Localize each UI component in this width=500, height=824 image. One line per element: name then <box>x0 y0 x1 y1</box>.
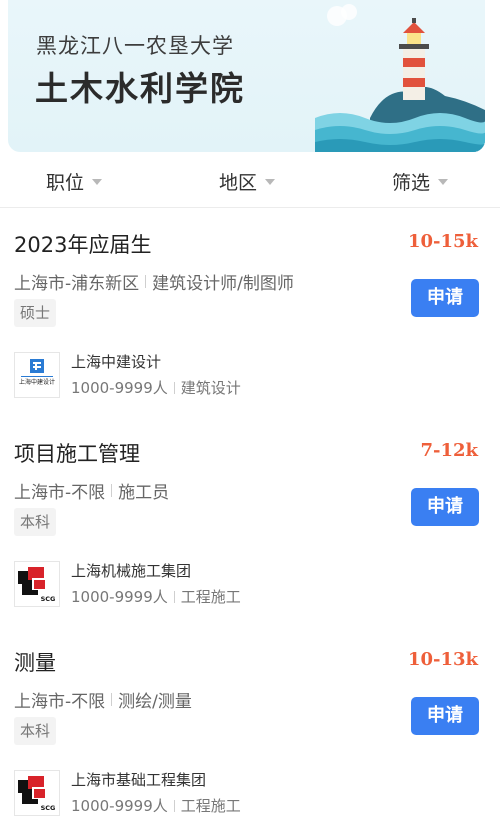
svg-text:SCG: SCG <box>41 595 56 603</box>
zhongjian-logo-icon: 上海中建设计 <box>14 352 60 398</box>
divider <box>111 693 113 706</box>
filter-region[interactable]: 地区 <box>219 168 276 195</box>
job-title: 2023年应届生 <box>14 233 152 257</box>
company-meta: 1000-9999人 建筑设计 <box>71 377 241 398</box>
company-name: 上海市基础工程集团 <box>71 771 207 789</box>
lighthouse-illustration-icon <box>315 4 485 152</box>
salary: 7-12k <box>420 440 478 461</box>
banner: 黑龙江八一农垦大学 土木水利学院 <box>8 0 485 152</box>
apply-button[interactable]: 申请 <box>411 488 479 526</box>
apply-button[interactable]: 申请 <box>411 279 479 317</box>
company-name: 上海机械施工集团 <box>71 562 192 580</box>
filter-position[interactable]: 职位 <box>46 168 103 195</box>
scg-logo-icon: SCG <box>14 561 60 607</box>
company-size: 1000-9999人 <box>71 588 168 606</box>
company-meta: 1000-9999人 工程施工 <box>71 795 241 816</box>
company-size: 1000-9999人 <box>71 379 168 397</box>
job-card[interactable]: 项目施工管理 7-12k 上海市-不限 施工员 本科 申请 SCG 上海机械施工… <box>0 418 500 626</box>
scg-logo-icon: SCG <box>14 770 60 816</box>
degree-tag: 硕士 <box>14 299 57 327</box>
caret-down-icon <box>265 178 276 185</box>
job-location: 上海市-不限 施工员 <box>14 478 169 503</box>
job-category: 测绘/测量 <box>118 692 192 712</box>
degree-tag: 本科 <box>14 508 57 536</box>
svg-text:SCG: SCG <box>41 804 56 812</box>
company-industry: 工程施工 <box>180 588 241 606</box>
company-industry: 建筑设计 <box>180 379 241 397</box>
job-card[interactable]: 2023年应届生 10-15k 上海市-浦东新区 建筑设计师/制图师 硕士 申请… <box>0 209 500 417</box>
divider <box>173 590 175 603</box>
salary: 10-15k <box>407 231 478 252</box>
job-card[interactable]: 测量 10-13k 上海市-不限 测绘/测量 本科 申请 SCG 上海市基础工程… <box>0 627 500 824</box>
salary: 10-13k <box>407 649 478 670</box>
job-category: 建筑设计师/制图师 <box>152 274 294 294</box>
divider <box>145 275 147 288</box>
banner-subtitle: 黑龙江八一农垦大学 <box>36 34 234 58</box>
svg-text:上海中建设计: 上海中建设计 <box>19 378 55 386</box>
filter-screen[interactable]: 筛选 <box>392 168 449 195</box>
company-name: 上海中建设计 <box>71 353 162 371</box>
apply-button[interactable]: 申请 <box>411 697 479 735</box>
company-meta: 1000-9999人 工程施工 <box>71 586 241 607</box>
banner-title: 土木水利学院 <box>35 69 245 108</box>
job-title: 项目施工管理 <box>14 442 140 466</box>
company-industry: 工程施工 <box>180 797 241 815</box>
filter-screen-label: 筛选 <box>392 172 431 194</box>
filter-position-label: 职位 <box>46 172 85 194</box>
caret-down-icon <box>92 178 103 185</box>
company-size: 1000-9999人 <box>71 797 168 815</box>
location-text: 上海市-浦东新区 <box>14 274 140 294</box>
location-text: 上海市-不限 <box>14 483 106 503</box>
caret-down-icon <box>438 178 449 185</box>
divider <box>173 381 175 394</box>
location-text: 上海市-不限 <box>14 692 106 712</box>
job-category: 施工员 <box>118 483 170 503</box>
divider <box>111 484 113 497</box>
divider <box>173 799 175 812</box>
job-title: 测量 <box>14 651 56 675</box>
job-location: 上海市-浦东新区 建筑设计师/制图师 <box>14 269 294 294</box>
filter-region-label: 地区 <box>219 172 258 194</box>
job-location: 上海市-不限 测绘/测量 <box>14 687 192 712</box>
degree-tag: 本科 <box>14 717 57 745</box>
filter-bar: 职位 地区 筛选 <box>0 152 500 208</box>
